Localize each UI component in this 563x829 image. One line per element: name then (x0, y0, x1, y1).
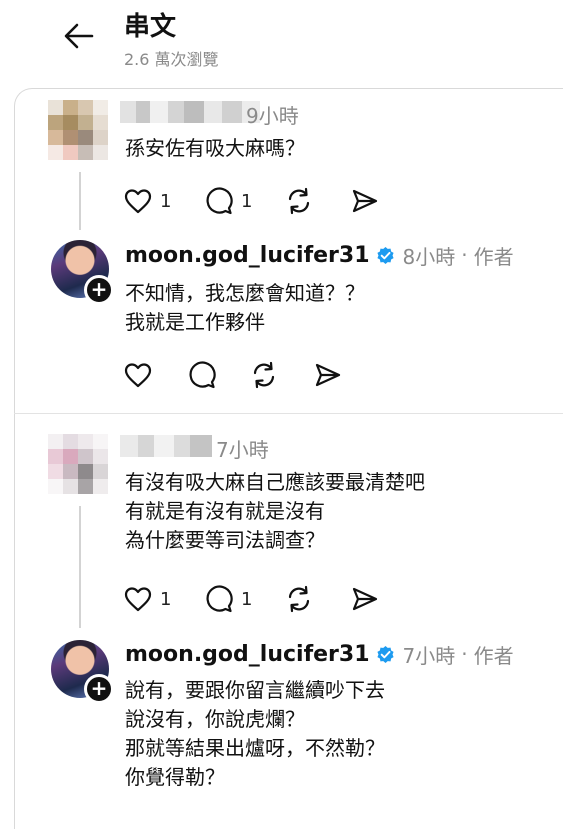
verified-badge-icon (376, 246, 394, 264)
comment-button[interactable]: 1 (205, 584, 252, 614)
author-tag: 作者 (473, 643, 514, 668)
like-count: 1 (160, 588, 172, 610)
comment-bubble-icon (189, 361, 216, 389)
author-header: moon.god_lucifer31 8小時 · 作者 (125, 240, 514, 270)
comment-time: 7小時 (216, 438, 269, 462)
thread-divider (14, 413, 563, 414)
reply-time: 8小時 (402, 244, 456, 269)
repost-icon (253, 361, 275, 389)
view-count: 2.6 萬次瀏覽 (124, 50, 219, 69)
heart-icon (124, 587, 152, 612)
follow-plus-icon[interactable]: + (84, 674, 114, 704)
reply-time: 7小時 (402, 643, 456, 668)
share-button[interactable] (351, 584, 379, 614)
commenter-avatar[interactable] (48, 434, 108, 494)
separator-dot: · (461, 642, 468, 666)
share-button[interactable] (314, 360, 342, 390)
thread-connector (79, 172, 81, 230)
commenter-avatar[interactable] (48, 100, 108, 160)
repost-button[interactable] (285, 584, 313, 614)
repost-icon (288, 187, 310, 215)
like-button[interactable]: 1 (124, 584, 171, 614)
heart-icon (124, 363, 152, 388)
send-icon (352, 189, 378, 213)
app-header: 串文 2.6 萬次瀏覽 (0, 0, 563, 78)
separator-dot: · (461, 243, 468, 267)
author-tag: 作者 (473, 244, 514, 269)
follow-plus-icon[interactable]: + (84, 275, 114, 305)
repost-button[interactable] (285, 186, 313, 216)
send-icon (352, 587, 378, 611)
repost-button[interactable] (250, 360, 278, 390)
send-icon (315, 363, 341, 387)
like-button[interactable]: 1 (124, 186, 171, 216)
comment-text: 有沒有吸大麻自己應該要最清楚吧 有就是有沒有就是沒有 為什麼要等司法調查？ (125, 470, 425, 552)
reply-text: 不知情，我怎麼會知道？？ 我就是工作夥伴 (125, 281, 365, 334)
commenter-name-redacted[interactable] (120, 435, 212, 457)
commenter-name-redacted[interactable] (120, 101, 260, 123)
like-count: 1 (160, 190, 172, 212)
comment-count: 1 (241, 190, 253, 212)
back-arrow-icon[interactable] (62, 22, 96, 50)
thread-connector (79, 506, 81, 628)
reply-text: 說有，要跟你留言繼續吵下去 說沒有，你說虎爛？ 那就等結果出爐呀，不然勒？ 你覺… (125, 678, 385, 789)
comment-count: 1 (241, 588, 253, 610)
comment-time: 9小時 (246, 104, 299, 128)
comment-bubble-icon (206, 187, 233, 215)
author-username[interactable]: moon.god_lucifer31 (125, 642, 370, 667)
heart-icon (124, 189, 152, 214)
author-username[interactable]: moon.god_lucifer31 (125, 243, 370, 268)
comment-bubble-icon (206, 585, 233, 613)
comment-button[interactable] (188, 360, 216, 390)
page-title: 串文 (124, 12, 177, 42)
repost-icon (288, 585, 310, 613)
verified-badge-icon (376, 645, 394, 663)
comment-text: 孫安佐有吸大麻嗎？ (125, 136, 305, 160)
like-button[interactable] (124, 360, 152, 390)
comment-button[interactable]: 1 (205, 186, 252, 216)
share-button[interactable] (351, 186, 379, 216)
author-header: moon.god_lucifer31 7小時 · 作者 (125, 639, 514, 669)
